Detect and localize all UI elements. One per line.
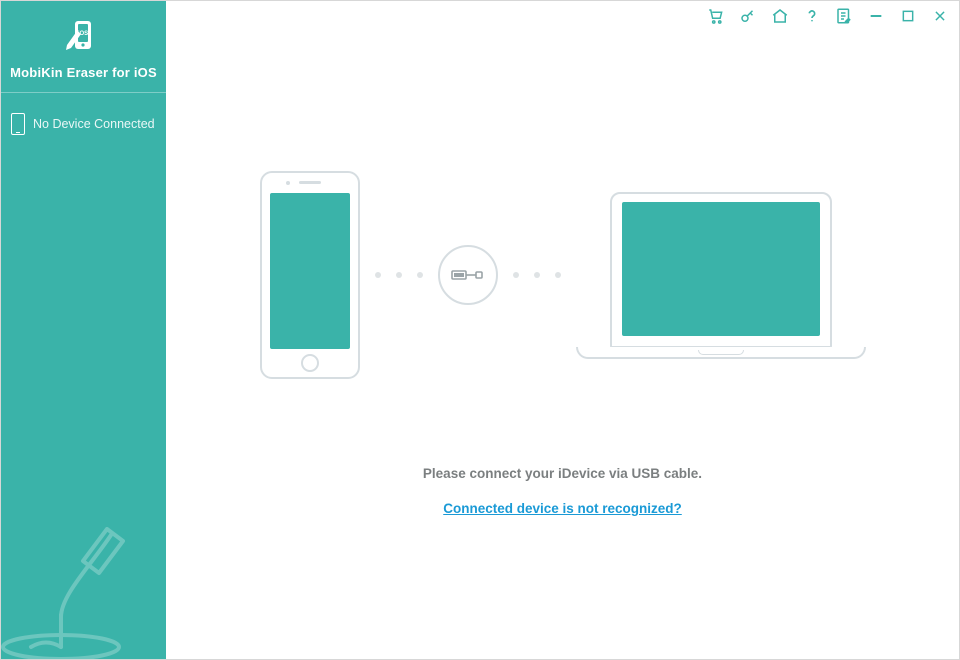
key-icon[interactable] — [739, 7, 757, 25]
close-button[interactable] — [931, 7, 949, 25]
dot-icon — [513, 272, 519, 278]
dot-icon — [396, 272, 402, 278]
usb-connector-icon — [438, 245, 498, 305]
minimize-button[interactable] — [867, 7, 885, 25]
phone-illustration — [260, 171, 360, 379]
device-not-recognized-link[interactable]: Connected device is not recognized? — [443, 501, 682, 516]
laptop-illustration — [576, 192, 866, 359]
help-link-row: Connected device is not recognized? — [166, 501, 959, 516]
brand-block: iOS MobiKin Eraser for iOS — [1, 1, 166, 93]
dot-icon — [534, 272, 540, 278]
app-window: iOS MobiKin Eraser for iOS No Device Con… — [0, 0, 960, 660]
main-content: Please connect your iDevice via USB cabl… — [166, 1, 959, 659]
help-icon[interactable] — [803, 7, 821, 25]
maximize-button[interactable] — [899, 7, 917, 25]
sidebar-item-device[interactable]: No Device Connected — [1, 93, 166, 155]
instruction-text: Please connect your iDevice via USB cabl… — [166, 466, 959, 481]
connection-dots-left — [360, 272, 438, 278]
dot-icon — [375, 272, 381, 278]
phone-icon — [11, 113, 25, 135]
brand-icon: iOS — [1, 19, 166, 55]
sidebar: iOS MobiKin Eraser for iOS No Device Con… — [1, 1, 166, 659]
feedback-icon[interactable] — [835, 7, 853, 25]
brand-title: MobiKin Eraser for iOS — [1, 65, 166, 80]
cart-icon[interactable] — [707, 7, 725, 25]
titlebar — [707, 7, 949, 25]
device-status-label: No Device Connected — [33, 117, 155, 131]
connection-illustration — [166, 171, 959, 379]
dot-icon — [555, 272, 561, 278]
dot-icon — [417, 272, 423, 278]
decorative-eraser-art — [1, 495, 161, 659]
home-icon[interactable] — [771, 7, 789, 25]
connection-dots-right — [498, 272, 576, 278]
